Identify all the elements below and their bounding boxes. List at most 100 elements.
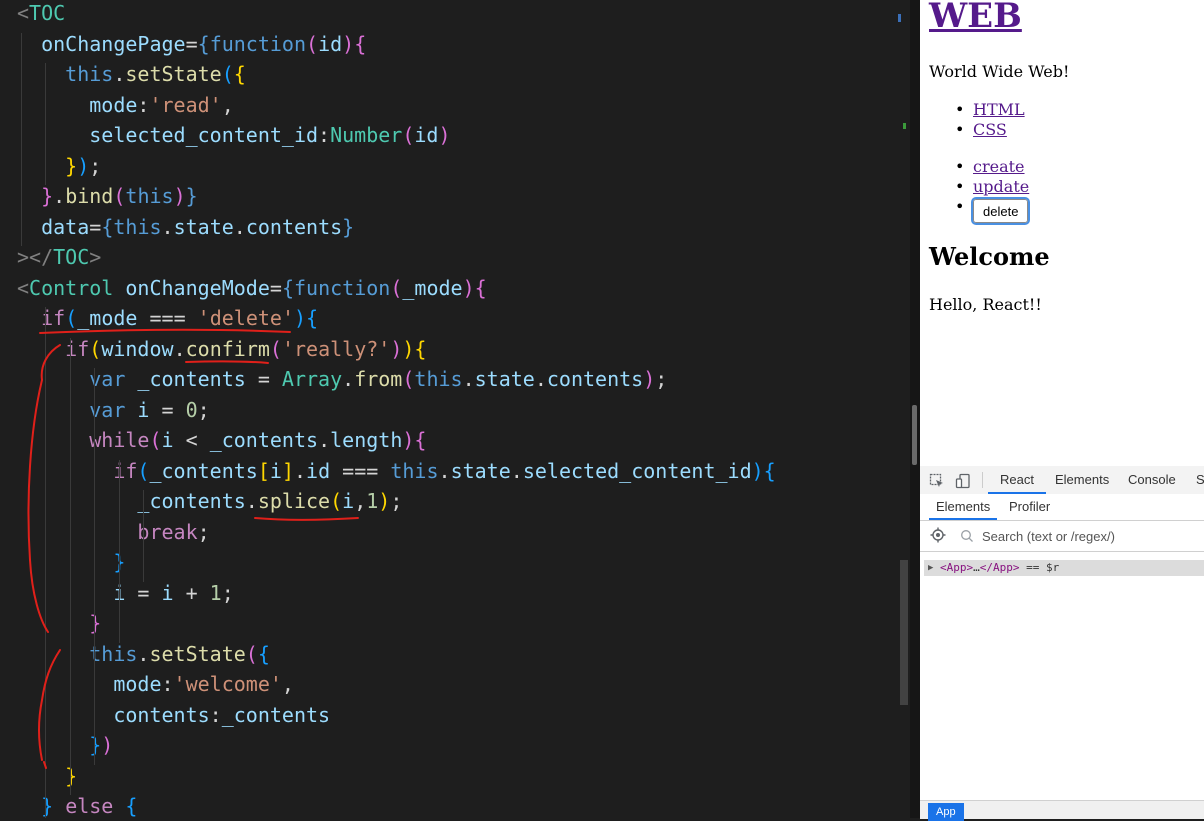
toc-link-html[interactable]: HTML bbox=[973, 100, 1025, 119]
code-editor[interactable]: <TOC onChangePage={function(id){ this.se… bbox=[0, 0, 910, 818]
underline-splice bbox=[254, 517, 359, 521]
code-token: ) bbox=[643, 367, 656, 391]
code-token: . bbox=[318, 428, 331, 452]
code-token: . bbox=[173, 336, 186, 361]
toc-list: HTML CSS bbox=[929, 100, 1025, 140]
code-token: { bbox=[257, 641, 270, 666]
tab-console[interactable]: Console bbox=[1128, 466, 1176, 494]
code-token: < bbox=[173, 428, 210, 452]
selected-component-chip[interactable]: App bbox=[928, 803, 964, 821]
code-token: : bbox=[137, 92, 150, 117]
code-line[interactable]: var _contents = Array.from(this.state.co… bbox=[17, 364, 667, 394]
code-line[interactable]: } bbox=[17, 608, 101, 638]
code-line[interactable]: } bbox=[17, 547, 125, 577]
code-line[interactable]: } bbox=[17, 761, 77, 791]
code-token: : bbox=[161, 672, 174, 696]
code-token: ; bbox=[197, 397, 210, 422]
code-token: ) bbox=[402, 428, 415, 452]
expand-arrow-icon[interactable]: ▶ bbox=[928, 560, 933, 576]
code-line[interactable]: mode:'welcome', bbox=[17, 669, 294, 699]
indent-guide bbox=[69, 337, 71, 795]
page-title[interactable]: WEB bbox=[929, 0, 1022, 36]
code-line[interactable]: this.setState({ bbox=[17, 639, 270, 669]
code-line[interactable]: <TOC bbox=[17, 0, 65, 28]
code-token: i bbox=[269, 458, 282, 483]
code-token: this bbox=[414, 367, 463, 391]
editor-scrollbar[interactable] bbox=[900, 560, 908, 705]
code-line[interactable]: if(_contents[i].id === this.state.select… bbox=[17, 456, 775, 486]
component-tree-row[interactable]: ▶ <App>…</App> == $r bbox=[924, 560, 1204, 576]
inspect-target-icon[interactable] bbox=[930, 527, 946, 543]
tab-react[interactable]: React bbox=[988, 466, 1046, 494]
code-line[interactable]: data={this.state.contents} bbox=[17, 212, 354, 242]
devtools-tab-bar: React Elements Console S bbox=[920, 466, 1204, 495]
code-line[interactable]: contents:_contents bbox=[17, 700, 330, 730]
code-line[interactable]: <Control onChangeMode={function(_mode){ bbox=[17, 273, 487, 303]
code-token: TOC bbox=[29, 1, 66, 25]
code-token: === bbox=[330, 458, 391, 483]
code-token: setState bbox=[125, 62, 222, 86]
subtab-elements[interactable]: Elements bbox=[929, 494, 998, 520]
component-search-bar bbox=[920, 521, 1204, 552]
code-token: this bbox=[390, 458, 439, 483]
code-token: { bbox=[125, 794, 138, 818]
delete-button[interactable]: delete bbox=[970, 197, 1031, 225]
code-token: i bbox=[161, 428, 174, 452]
code-token: this bbox=[113, 214, 162, 239]
code-token: ( bbox=[390, 275, 403, 300]
code-token: ( bbox=[221, 62, 234, 86]
code-line[interactable]: if(_mode === 'delete'){ bbox=[17, 303, 318, 333]
code-token: ) bbox=[462, 275, 475, 300]
code-line[interactable]: onChangePage={function(id){ bbox=[17, 29, 366, 59]
code-token: { bbox=[281, 275, 294, 300]
code-token: , bbox=[354, 489, 367, 513]
code-line[interactable]: }) bbox=[17, 730, 113, 760]
code-line[interactable]: if(window.confirm('really?')){ bbox=[17, 334, 426, 364]
subtab-profiler[interactable]: Profiler bbox=[1009, 494, 1050, 520]
code-line[interactable]: ></TOC> bbox=[17, 242, 101, 272]
code-token: onChangeMode bbox=[125, 275, 270, 300]
code-token: ></ bbox=[17, 245, 54, 269]
component-node[interactable]: <App>…</App> == $r bbox=[940, 560, 1059, 576]
code-line[interactable]: }); bbox=[17, 151, 101, 181]
scroll-marker bbox=[898, 14, 901, 22]
device-toggle-icon[interactable] bbox=[955, 473, 971, 489]
code-line[interactable]: this.setState({ bbox=[17, 59, 246, 89]
code-token: if bbox=[65, 336, 90, 361]
toc-link-css[interactable]: CSS bbox=[973, 120, 1007, 139]
code-token: { bbox=[306, 306, 319, 330]
code-token: id bbox=[306, 458, 331, 483]
code-token: id bbox=[318, 31, 343, 56]
select-element-icon[interactable] bbox=[929, 473, 945, 489]
code-line[interactable]: while(i < _contents.length){ bbox=[17, 425, 426, 455]
tab-overflow[interactable]: S bbox=[1196, 466, 1204, 494]
code-token: . bbox=[342, 367, 355, 391]
code-line[interactable]: }.bind(this)} bbox=[17, 181, 198, 211]
code-token: function bbox=[293, 275, 391, 300]
code-line[interactable]: i = i + 1; bbox=[17, 578, 233, 608]
code-token: . bbox=[293, 458, 307, 483]
create-link[interactable]: create bbox=[973, 157, 1025, 176]
code-line[interactable]: selected_content_id:Number(id) bbox=[17, 120, 450, 150]
pane-divider-handle[interactable] bbox=[912, 405, 917, 465]
code-line[interactable]: mode:'read', bbox=[17, 90, 234, 120]
list-item: HTML bbox=[929, 100, 1025, 120]
code-token: ) bbox=[173, 184, 186, 208]
code-token: mode bbox=[89, 92, 138, 117]
update-link[interactable]: update bbox=[973, 177, 1029, 196]
code-token: . bbox=[137, 641, 150, 666]
code-token: _contents bbox=[137, 489, 246, 513]
code-token: ( bbox=[113, 184, 126, 208]
code-line[interactable]: } else { bbox=[17, 791, 137, 818]
code-token: = bbox=[89, 214, 102, 239]
tab-elements[interactable]: Elements bbox=[1055, 466, 1109, 494]
code-line[interactable]: _contents.splice(i,1); bbox=[17, 486, 402, 516]
search-input[interactable] bbox=[982, 525, 1192, 547]
indent-guide bbox=[118, 459, 120, 643]
indent-guide bbox=[143, 490, 144, 582]
code-token: i bbox=[137, 397, 150, 422]
